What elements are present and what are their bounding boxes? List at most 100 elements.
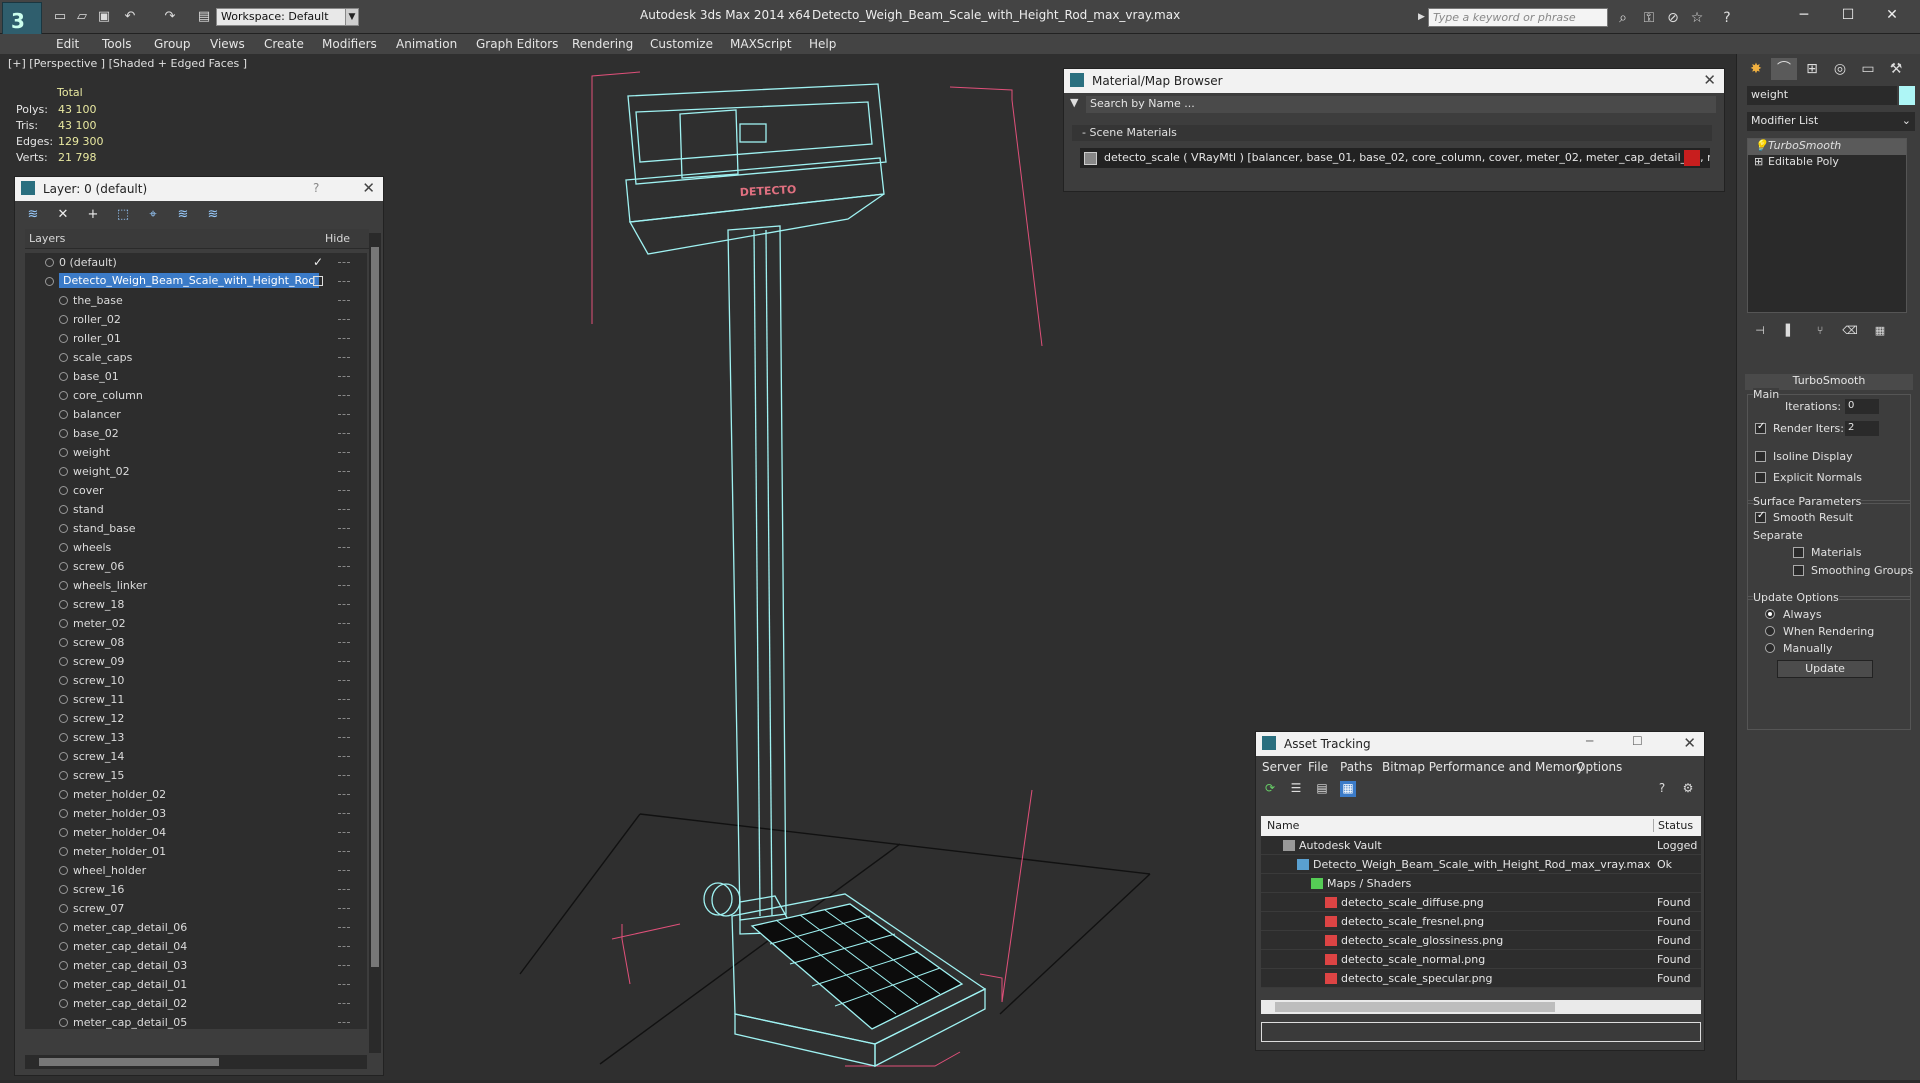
table-view-icon[interactable]: ▦ <box>1340 781 1356 797</box>
layer-panel-titlebar[interactable]: Layer: 0 (default) ? ✕ <box>15 177 383 201</box>
scene-materials-group[interactable]: - Scene Materials <box>1072 125 1712 141</box>
minimize-icon[interactable]: ─ <box>1784 4 1824 26</box>
iterations-spinner[interactable]: 0 <box>1845 399 1879 414</box>
layer-row[interactable]: stand_base <box>25 519 367 538</box>
layer-row[interactable]: screw_07 <box>25 899 367 918</box>
no-connection-icon[interactable]: ⊘ <box>1664 9 1682 27</box>
help-icon[interactable]: ? <box>1654 781 1670 797</box>
hide-toggle[interactable] <box>338 946 350 947</box>
scrollbar-thumb[interactable] <box>371 247 379 967</box>
hide-toggle[interactable] <box>338 452 350 453</box>
asset-menu-server[interactable]: Server <box>1262 760 1301 774</box>
menu-animation[interactable]: Animation <box>396 37 457 51</box>
hide-toggle[interactable] <box>338 471 350 472</box>
settings-icon[interactable]: ⚙ <box>1680 781 1696 797</box>
layer-row[interactable]: Detecto_Weigh_Beam_Scale_with_Height_Rod <box>25 272 367 291</box>
open-file-icon[interactable]: ▱ <box>74 9 90 25</box>
asset-row[interactable]: detecto_scale_normal.png Found <box>1261 950 1701 969</box>
object-name-input[interactable]: weight <box>1747 86 1897 105</box>
viewport-label[interactable]: [+] [Perspective ] [Shaded + Edged Faces… <box>8 57 247 70</box>
binoculars-icon[interactable]: ⌕ <box>1614 9 1632 27</box>
layer-row[interactable]: 0 (default) ✓ <box>25 253 367 272</box>
chevron-down-icon[interactable]: ▼ <box>345 8 359 26</box>
stack-item-editable-poly[interactable]: ⊞ Editable Poly <box>1748 155 1906 171</box>
hide-toggle[interactable] <box>338 338 350 339</box>
asset-menu-bitmap[interactable]: Bitmap Performance and Memory <box>1382 760 1584 774</box>
layer-row[interactable]: screw_15 <box>25 766 367 785</box>
hide-toggle[interactable] <box>338 775 350 776</box>
hide-toggle[interactable] <box>338 490 350 491</box>
motion-tab-icon[interactable]: ◎ <box>1827 58 1853 80</box>
hide-toggle[interactable] <box>338 984 350 985</box>
hide-all-icon[interactable]: ≋ <box>175 207 191 223</box>
menu-tools[interactable]: Tools <box>102 37 132 51</box>
hide-toggle[interactable] <box>338 699 350 700</box>
freeze-all-icon[interactable]: ≋ <box>205 207 221 223</box>
vertical-scrollbar[interactable] <box>369 233 381 1053</box>
add-to-layer-icon[interactable]: + <box>85 207 101 223</box>
list-view-icon[interactable]: ☰ <box>1288 781 1304 797</box>
menu-rendering[interactable]: Rendering <box>572 37 633 51</box>
layer-row[interactable]: meter_holder_01 <box>25 842 367 861</box>
layer-row[interactable]: screw_14 <box>25 747 367 766</box>
horizontal-scrollbar[interactable] <box>1261 1000 1701 1014</box>
menu-group[interactable]: Group <box>154 37 191 51</box>
close-icon[interactable]: ✕ <box>1703 71 1716 89</box>
remove-modifier-icon[interactable]: ⌫ <box>1837 320 1863 342</box>
hide-toggle[interactable] <box>338 680 350 681</box>
detail-view-icon[interactable]: ▤ <box>1314 781 1330 797</box>
layer-row[interactable]: meter_holder_03 <box>25 804 367 823</box>
layer-row[interactable]: screw_12 <box>25 709 367 728</box>
hide-toggle[interactable] <box>338 528 350 529</box>
hide-toggle[interactable] <box>338 300 350 301</box>
layer-row[interactable]: balancer <box>25 405 367 424</box>
hide-toggle[interactable] <box>338 889 350 890</box>
layer-row[interactable]: meter_cap_detail_04 <box>25 937 367 956</box>
layer-row[interactable]: screw_11 <box>25 690 367 709</box>
layer-row[interactable]: screw_16 <box>25 880 367 899</box>
star-icon[interactable]: ☆ <box>1688 9 1706 27</box>
hide-toggle[interactable] <box>338 832 350 833</box>
menu-help[interactable]: Help <box>809 37 836 51</box>
expand-icon[interactable]: ⊞ <box>1754 155 1763 168</box>
hide-toggle[interactable] <box>338 1022 350 1023</box>
hide-toggle[interactable] <box>338 585 350 586</box>
menu-modifiers[interactable]: Modifiers <box>322 37 377 51</box>
layer-row[interactable]: meter_cap_detail_01 <box>25 975 367 994</box>
asset-row[interactable]: detecto_scale_fresnel.png Found <box>1261 912 1701 931</box>
hide-toggle[interactable] <box>338 262 350 263</box>
layer-row[interactable]: weight_02 <box>25 462 367 481</box>
hide-toggle[interactable] <box>338 908 350 909</box>
close-icon[interactable]: ✕ <box>1683 734 1696 752</box>
new-file-icon[interactable]: ▭ <box>52 9 68 25</box>
layer-row[interactable]: cover <box>25 481 367 500</box>
material-item[interactable]: detecto_scale ( VRayMtl ) [balancer, bas… <box>1080 148 1710 168</box>
hide-toggle[interactable] <box>338 851 350 852</box>
hide-toggle[interactable] <box>338 281 350 282</box>
column-layers[interactable]: Layers <box>29 232 65 245</box>
display-tab-icon[interactable]: ▭ <box>1855 58 1881 80</box>
when-rendering-radio[interactable] <box>1765 626 1775 636</box>
asset-row[interactable]: detecto_scale_specular.png Found <box>1261 969 1701 988</box>
layer-row[interactable]: scale_caps <box>25 348 367 367</box>
make-unique-icon[interactable]: ⑂ <box>1807 320 1833 342</box>
pin-stack-icon[interactable]: ⊣ <box>1747 320 1773 342</box>
menu-customize[interactable]: Customize <box>650 37 713 51</box>
hide-toggle[interactable] <box>338 718 350 719</box>
asset-row[interactable]: Maps / Shaders <box>1261 874 1701 893</box>
filter-dropdown-icon[interactable]: ▼ <box>1070 96 1078 109</box>
close-icon[interactable]: ✕ <box>362 179 375 197</box>
layer-row[interactable]: roller_02 <box>25 310 367 329</box>
layer-row[interactable]: meter_holder_04 <box>25 823 367 842</box>
hide-toggle[interactable] <box>338 376 350 377</box>
hide-toggle[interactable] <box>338 642 350 643</box>
smoothing-groups-checkbox[interactable] <box>1793 565 1804 576</box>
modifier-list-dropdown[interactable]: Modifier List ⌄ <box>1747 112 1915 131</box>
hide-toggle[interactable] <box>338 965 350 966</box>
hide-toggle[interactable] <box>338 756 350 757</box>
material-browser-titlebar[interactable]: Material/Map Browser ✕ <box>1064 69 1724 93</box>
hide-toggle[interactable] <box>338 433 350 434</box>
menu-edit[interactable]: Edit <box>56 37 79 51</box>
hide-toggle[interactable] <box>338 813 350 814</box>
refresh-icon[interactable]: ⟳ <box>1262 781 1278 797</box>
